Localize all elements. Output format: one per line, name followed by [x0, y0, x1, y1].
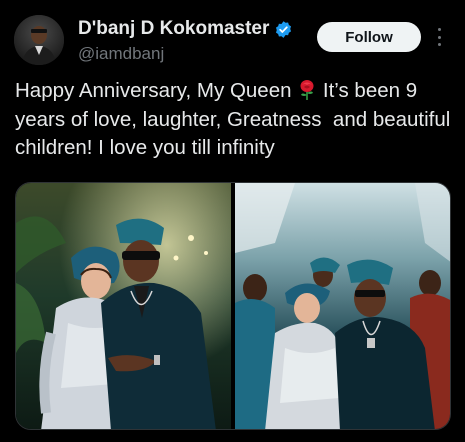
- tweet-text: Happy Anniversary, My Queen It’s been 9 …: [15, 77, 455, 163]
- tweet: D'banj D Kokomaster @iamdbanj Follow Hap…: [0, 0, 465, 442]
- verified-badge-icon[interactable]: [274, 20, 293, 39]
- tweet-text-part-1: Happy Anniversary, My Queen: [15, 79, 298, 102]
- anniversary-photo-left[interactable]: [16, 183, 231, 429]
- rose-emoji-icon: [297, 79, 317, 101]
- author-avatar[interactable]: [14, 15, 64, 65]
- media-grid: [15, 182, 451, 430]
- author-display-name[interactable]: D'banj D Kokomaster: [78, 18, 269, 40]
- more-dot: [437, 35, 441, 39]
- author-handle[interactable]: @iamdbanj: [78, 44, 164, 64]
- author-name-row: D'banj D Kokomaster: [78, 18, 293, 40]
- more-options-icon[interactable]: [432, 26, 446, 48]
- anniversary-photo-right[interactable]: [235, 183, 450, 429]
- more-dot: [437, 43, 441, 46]
- more-dot: [437, 28, 441, 31]
- follow-button[interactable]: Follow: [317, 22, 421, 52]
